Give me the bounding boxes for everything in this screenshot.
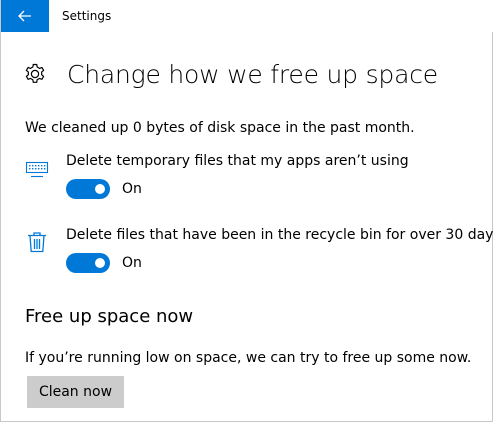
settings-window: Settings Change how we free up space We … xyxy=(0,0,493,422)
setting-recycle-bin-toggle-row: On xyxy=(66,253,142,273)
page-header: Change how we free up space xyxy=(23,56,438,92)
trash-icon xyxy=(28,232,46,253)
free-up-space-description: If you’re running low on space, we can t… xyxy=(25,350,472,366)
back-button[interactable] xyxy=(1,0,49,32)
back-arrow-icon xyxy=(18,10,31,22)
toggle-state-label: On xyxy=(122,181,142,197)
setting-recycle-bin-label: Delete files that have been in the recyc… xyxy=(66,227,493,243)
title-bar: Settings xyxy=(1,0,493,32)
cleanup-summary: We cleaned up 0 bytes of disk space in t… xyxy=(25,120,415,136)
recycle-bin-toggle[interactable] xyxy=(66,253,110,273)
gear-icon xyxy=(25,63,45,83)
page-title: Change how we free up space xyxy=(67,59,438,89)
temp-files-toggle[interactable] xyxy=(66,179,110,199)
clean-now-button[interactable]: Clean now xyxy=(27,376,124,408)
window-title: Settings xyxy=(62,9,112,23)
toggle-knob xyxy=(95,184,105,194)
keyboard-icon xyxy=(25,161,49,178)
setting-temp-files-label: Delete temporary files that my apps aren… xyxy=(66,153,409,169)
toggle-knob xyxy=(95,258,105,268)
toggle-state-label: On xyxy=(122,255,142,271)
free-up-space-heading: Free up space now xyxy=(25,306,194,327)
setting-temp-files-toggle-row: On xyxy=(66,179,142,199)
